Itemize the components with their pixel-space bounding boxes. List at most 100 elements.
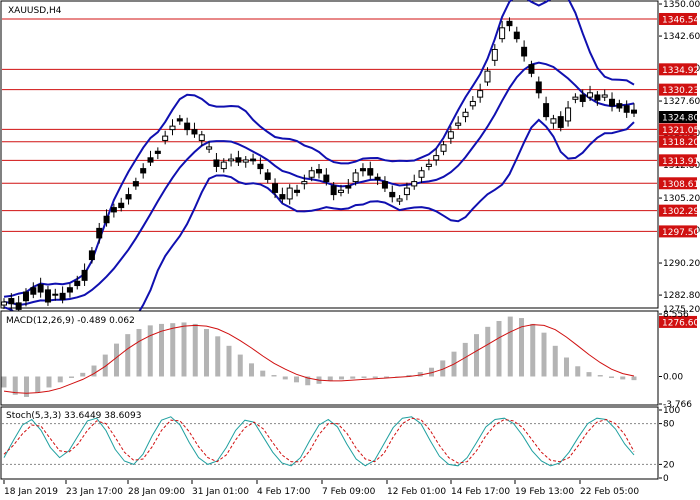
macd-bar bbox=[24, 376, 29, 397]
candle-body bbox=[535, 81, 542, 94]
candle-body bbox=[433, 155, 440, 161]
candle-body bbox=[52, 293, 59, 296]
candle-body bbox=[1, 301, 7, 306]
candle-body bbox=[425, 163, 432, 167]
candle-body bbox=[491, 48, 498, 61]
candle-body bbox=[601, 94, 608, 98]
candle-body bbox=[396, 198, 403, 202]
macd-tick-label: 8.556 bbox=[663, 310, 689, 320]
candle-body bbox=[154, 150, 161, 154]
candle-body bbox=[96, 227, 103, 239]
candle-body bbox=[469, 100, 476, 107]
candle-body bbox=[22, 291, 29, 302]
candle-body bbox=[110, 207, 117, 213]
candle-body bbox=[294, 189, 301, 193]
level-tag-label: 1334.92 bbox=[662, 66, 699, 76]
candle-body bbox=[264, 172, 271, 180]
price-panel bbox=[0, 0, 659, 309]
macd-bar bbox=[339, 376, 344, 380]
candle-body bbox=[15, 302, 22, 310]
macd-bar bbox=[35, 376, 41, 393]
price-tick-label: 1290.20 bbox=[663, 259, 700, 269]
candle-body bbox=[118, 202, 125, 209]
macd-bar bbox=[564, 357, 569, 377]
macd-bar bbox=[586, 372, 592, 377]
macd-bar bbox=[69, 376, 74, 378]
candle-body bbox=[198, 134, 205, 141]
candle-body bbox=[440, 144, 447, 152]
macd-tick-label: 0.00 bbox=[663, 372, 683, 382]
candle-body bbox=[66, 287, 73, 293]
candle-body bbox=[513, 31, 520, 40]
macd-bar bbox=[114, 343, 119, 377]
candle-body bbox=[206, 146, 213, 150]
candle-body bbox=[631, 109, 637, 114]
candle-body bbox=[257, 163, 264, 170]
xauusd-chart: XAUUSD,H4 MACD(12,26,9) -0.489 0.062 Sto… bbox=[0, 0, 700, 497]
stoch-label: Stoch(5,3,3) 33.6449 38.6093 bbox=[6, 411, 141, 421]
candle-body bbox=[609, 98, 616, 107]
candle-body bbox=[220, 161, 227, 170]
macd-bar bbox=[204, 329, 209, 377]
candle-body bbox=[330, 185, 337, 196]
candle-body bbox=[301, 181, 308, 185]
macd-bar bbox=[609, 376, 614, 378]
candle-body bbox=[359, 168, 366, 172]
stoch-tick-label: 20 bbox=[663, 460, 675, 470]
candle-body bbox=[565, 107, 572, 122]
macd-bar bbox=[271, 375, 277, 377]
macd-bar bbox=[249, 363, 254, 377]
level-tag-label: 1313.91 bbox=[662, 157, 699, 167]
candle-body bbox=[147, 157, 154, 163]
candle-body bbox=[447, 131, 454, 139]
candle-body bbox=[286, 187, 293, 200]
candle-body bbox=[403, 187, 410, 196]
time-tick-label: 7 Feb 09:00 bbox=[322, 487, 376, 497]
price-tick-label: 1327.60 bbox=[663, 97, 700, 107]
price-tick-label: 1282.80 bbox=[663, 291, 700, 301]
current-price-label: 1324.80 bbox=[662, 114, 699, 124]
time-tick-label: 18 Jan 2019 bbox=[4, 487, 58, 497]
candle-body bbox=[477, 90, 484, 98]
candle-body bbox=[345, 185, 352, 189]
candle-body bbox=[411, 181, 418, 187]
macd-bar bbox=[192, 323, 198, 377]
candle-body bbox=[323, 174, 330, 183]
candle-body bbox=[337, 189, 344, 193]
candle-body bbox=[140, 168, 147, 174]
candle-body bbox=[250, 158, 257, 162]
candle-body bbox=[506, 20, 513, 27]
macd-bar bbox=[57, 376, 63, 383]
candle-body bbox=[272, 183, 279, 193]
candle-body bbox=[579, 94, 586, 102]
candle-body bbox=[455, 122, 462, 126]
macd-bar bbox=[215, 336, 221, 377]
candle-body bbox=[557, 116, 564, 128]
candle-body bbox=[132, 181, 139, 187]
candle-body bbox=[213, 159, 220, 167]
candle-body bbox=[543, 103, 550, 118]
candle-body bbox=[572, 96, 579, 100]
macd-bar bbox=[181, 322, 187, 377]
candle-body bbox=[462, 111, 469, 118]
macd-bar bbox=[530, 323, 536, 377]
macd-bar bbox=[474, 334, 479, 377]
macd-bar bbox=[237, 354, 243, 377]
candle-body bbox=[381, 181, 388, 189]
candle-body bbox=[587, 92, 594, 98]
macd-bar bbox=[260, 370, 266, 377]
time-tick-label: 14 Feb 17:00 bbox=[451, 487, 510, 497]
macd-bar bbox=[294, 376, 299, 383]
candle-body bbox=[374, 176, 381, 180]
level-tag-label: 1297.50 bbox=[662, 228, 699, 238]
macd-bar bbox=[327, 376, 333, 381]
level-tag-label: 1318.20 bbox=[662, 138, 699, 148]
time-tick-label: 23 Jan 17:00 bbox=[66, 487, 123, 497]
price-tick-label: 1350.00 bbox=[663, 0, 700, 10]
candle-body bbox=[59, 292, 66, 300]
candle-body bbox=[176, 118, 183, 122]
macd-bar bbox=[631, 376, 637, 381]
macd-bar bbox=[384, 376, 389, 378]
level-tag-label: 1330.23 bbox=[662, 86, 699, 96]
time-tick-label: 28 Jan 09:00 bbox=[128, 487, 185, 497]
